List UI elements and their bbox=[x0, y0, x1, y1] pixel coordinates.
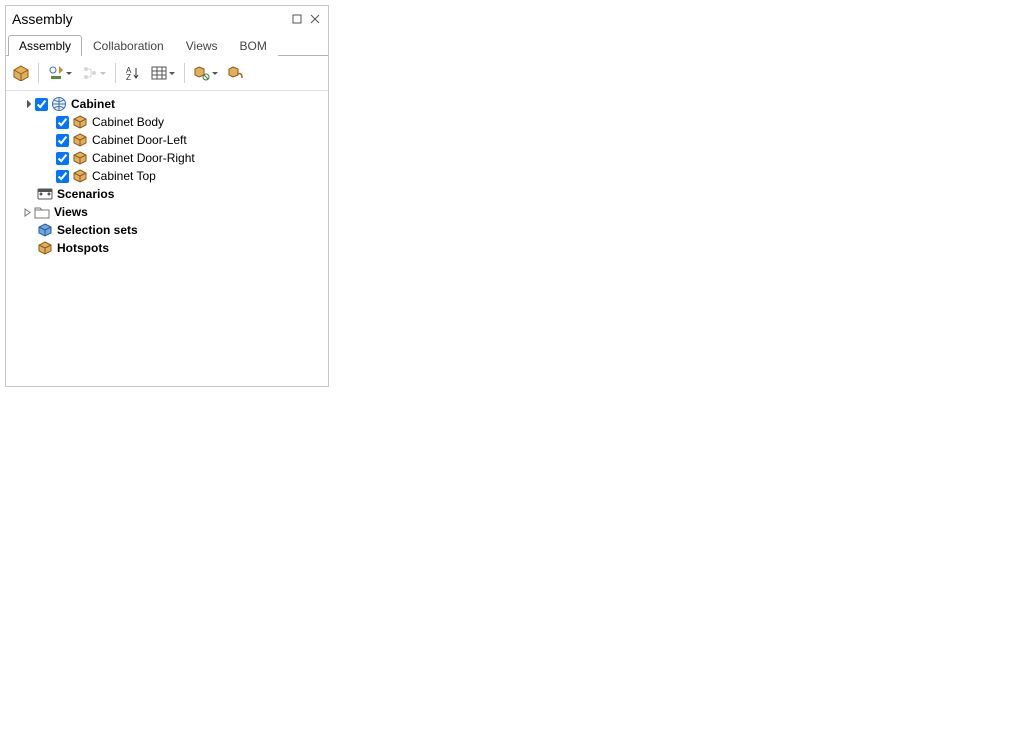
assembly-panel: Assembly Assembly Collaboration Views BO… bbox=[5, 5, 329, 387]
cabinet-body-side[interactable] bbox=[729, 245, 964, 714]
tree-views[interactable]: Views bbox=[8, 203, 326, 221]
tab-collaboration[interactable]: Collaboration bbox=[82, 35, 175, 56]
part-icon bbox=[72, 114, 88, 130]
svg-text:Z: Z bbox=[126, 73, 131, 81]
tree-hotspots[interactable]: Hotspots bbox=[8, 239, 326, 257]
collapse-icon[interactable] bbox=[21, 98, 33, 110]
tab-views[interactable]: Views bbox=[175, 35, 229, 56]
checkbox-body[interactable] bbox=[56, 116, 69, 129]
panel-title: Assembly bbox=[12, 11, 288, 27]
sort-icon[interactable]: AZ bbox=[122, 62, 144, 84]
checkbox-door-left[interactable] bbox=[56, 134, 69, 147]
expand-icon[interactable] bbox=[21, 206, 33, 218]
cabinet-top-front-rim[interactable] bbox=[374, 212, 723, 365]
cabinet-handle-left[interactable] bbox=[523, 390, 533, 498]
tab-assembly[interactable]: Assembly bbox=[8, 35, 82, 56]
checkbox-door-right[interactable] bbox=[56, 152, 69, 165]
panel-tabs: Assembly Collaboration Views BOM bbox=[6, 32, 328, 56]
tree-item-door-right[interactable]: Cabinet Door-Right bbox=[8, 149, 326, 167]
checkbox-cabinet[interactable] bbox=[35, 98, 48, 111]
panel-close-button[interactable] bbox=[306, 10, 324, 28]
root-assembly-icon[interactable] bbox=[10, 62, 32, 84]
panel-toolbar: AZ bbox=[6, 56, 328, 91]
cabinet-top[interactable] bbox=[374, 88, 972, 348]
tree-selection-sets[interactable]: Selection sets bbox=[8, 221, 326, 239]
globe-assembly-icon bbox=[51, 96, 67, 112]
checkbox-top[interactable] bbox=[56, 170, 69, 183]
cabinet-handle-right[interactable] bbox=[580, 404, 590, 516]
part-icon bbox=[72, 168, 88, 184]
show-hierarchy-icon bbox=[79, 62, 109, 84]
table-icon[interactable] bbox=[148, 62, 178, 84]
tree-scenarios[interactable]: Scenarios bbox=[8, 185, 326, 203]
link-icon[interactable] bbox=[191, 62, 221, 84]
tree-item-door-left[interactable]: Cabinet Door-Left bbox=[8, 131, 326, 149]
folder-icon bbox=[34, 204, 50, 220]
panel-dock-button[interactable] bbox=[288, 10, 306, 28]
hotspot-icon bbox=[37, 240, 53, 256]
cabinet-top-right-rim[interactable] bbox=[723, 215, 972, 365]
cabinet-door-left[interactable] bbox=[388, 229, 553, 642]
part-icon bbox=[72, 132, 88, 148]
configure-icon[interactable] bbox=[45, 62, 75, 84]
part-icon bbox=[72, 150, 88, 166]
cabinet-door-right[interactable] bbox=[558, 296, 718, 716]
tree-root-cabinet[interactable]: Cabinet bbox=[8, 95, 326, 113]
scenarios-icon bbox=[37, 186, 53, 202]
tab-bom[interactable]: BOM bbox=[229, 35, 278, 56]
selection-set-icon bbox=[37, 222, 53, 238]
tree-item-body[interactable]: Cabinet Body bbox=[8, 113, 326, 131]
tree-item-top[interactable]: Cabinet Top bbox=[8, 167, 326, 185]
attach-icon[interactable] bbox=[225, 62, 247, 84]
assembly-tree: Cabinet Cabinet Body Cabinet Door-Left C… bbox=[6, 91, 328, 261]
